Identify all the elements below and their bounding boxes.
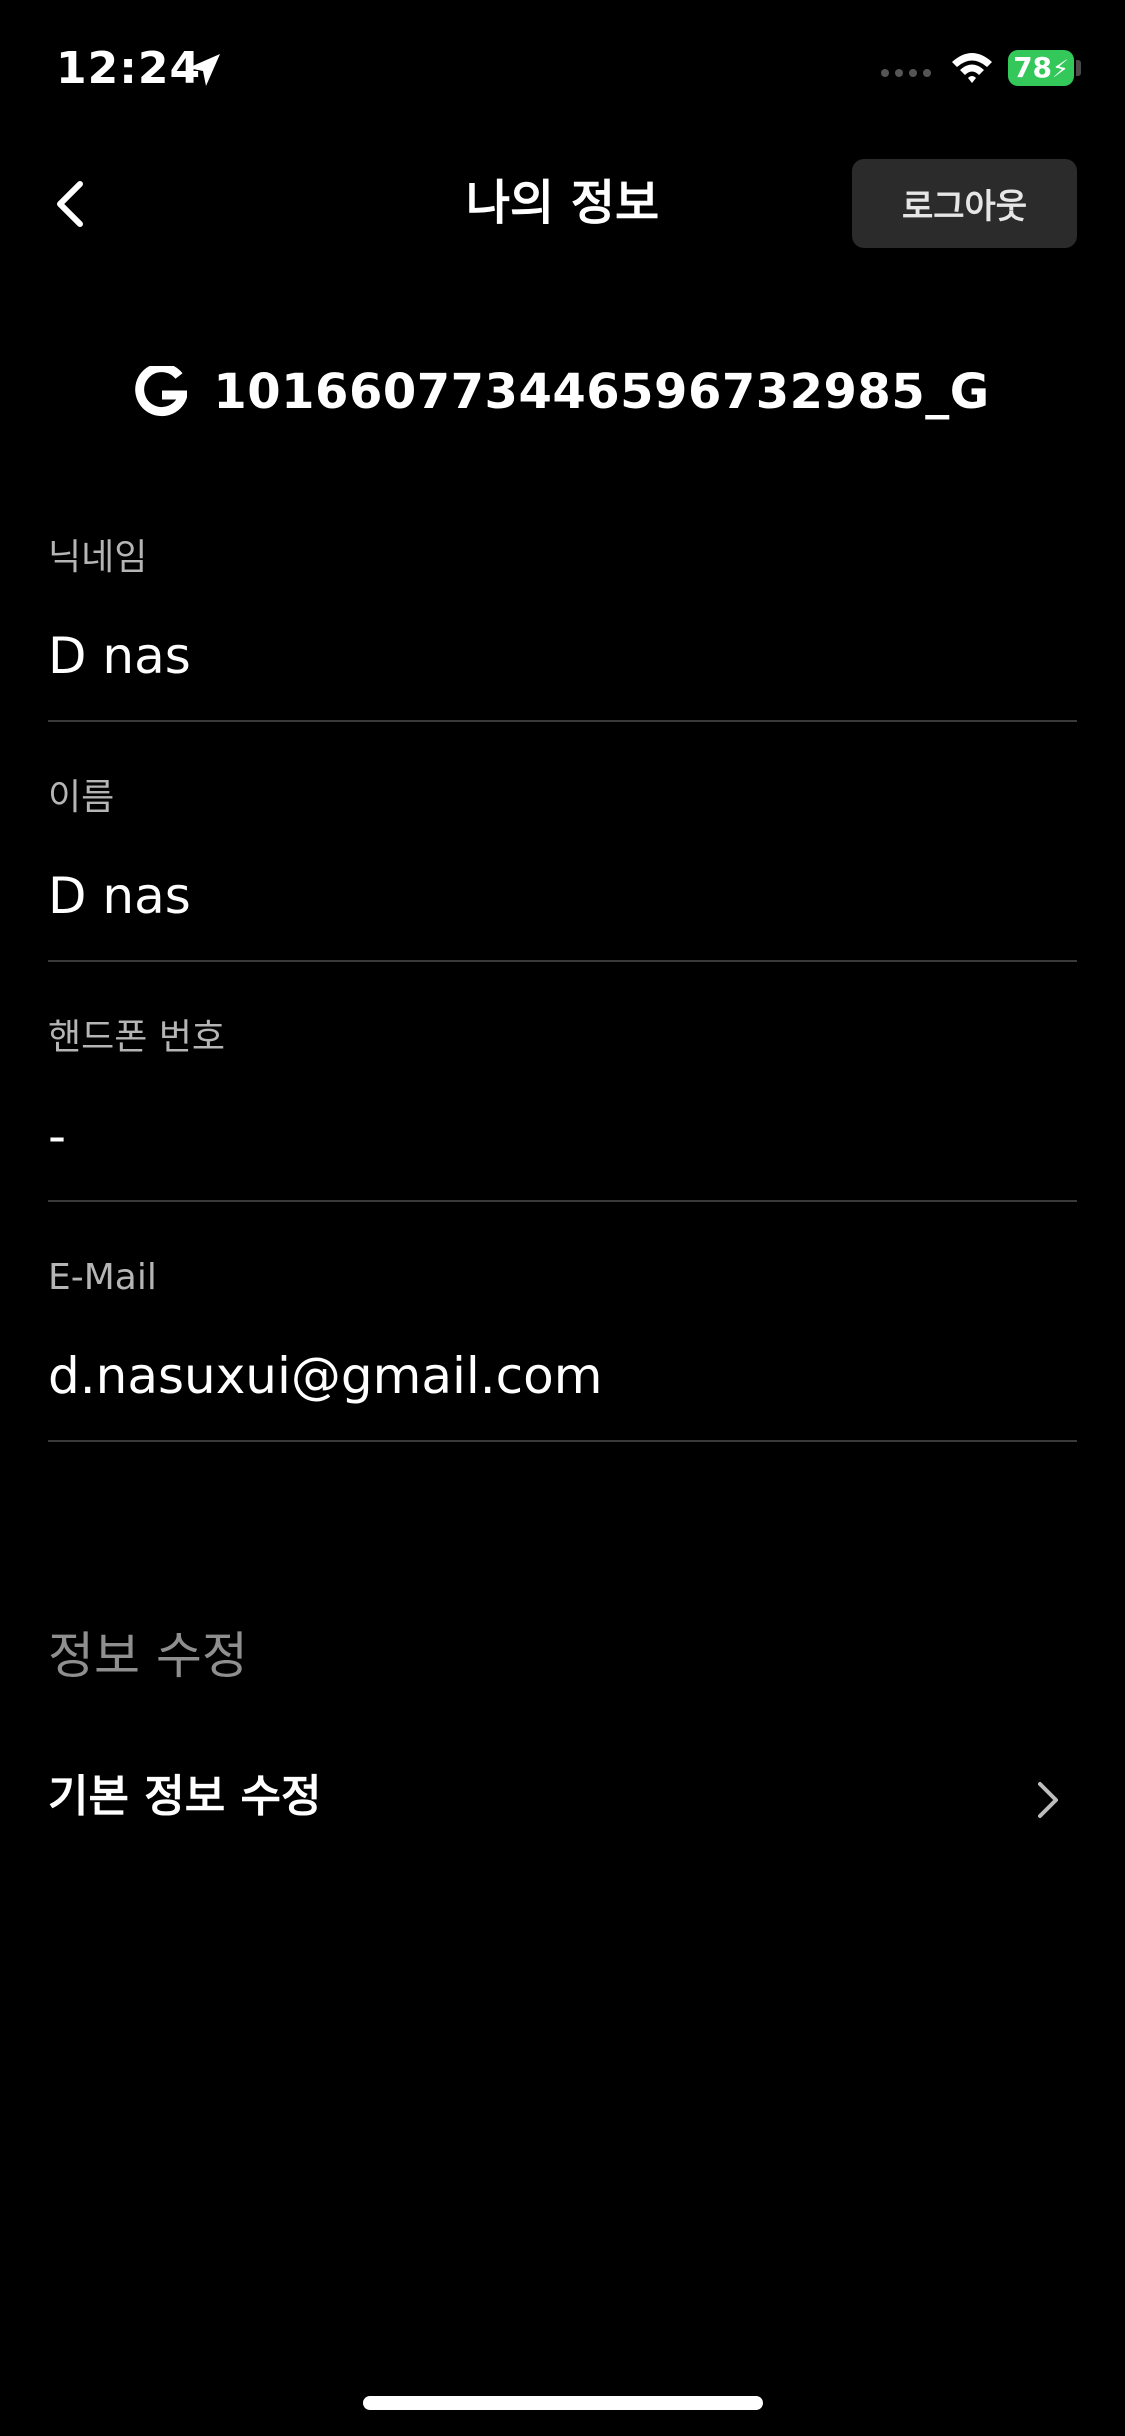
home-indicator <box>363 2396 763 2410</box>
location-arrow-icon <box>188 54 220 86</box>
account-id-row: 101660773446596732985_G <box>0 352 1125 432</box>
divider <box>48 1200 1077 1202</box>
wifi-icon <box>952 53 992 83</box>
email-label: E-Mail <box>48 1257 157 1298</box>
nickname-label: 닉네임 <box>48 537 148 578</box>
battery-charging-icon: ⚡ <box>1052 55 1069 83</box>
divider <box>48 1440 1077 1442</box>
battery-tip <box>1076 60 1081 76</box>
cellular-signal-icon <box>881 69 931 77</box>
edit-basic-info-label: 기본 정보 수정 <box>48 1771 322 1822</box>
section-title-edit: 정보 수정 <box>48 1627 248 1685</box>
divider <box>48 960 1077 962</box>
divider <box>48 720 1077 722</box>
battery-level: 78 <box>1013 51 1053 84</box>
status-time: 12:24 <box>56 43 202 94</box>
name-value: D nas <box>48 867 191 925</box>
logout-button[interactable]: 로그아웃 <box>852 159 1077 248</box>
battery-indicator: 78⚡ <box>1008 50 1074 86</box>
chevron-right-icon <box>1038 1782 1058 1818</box>
email-value: d.nasuxui@gmail.com <box>48 1347 603 1405</box>
google-icon <box>135 366 188 417</box>
edit-basic-info-row[interactable]: 기본 정보 수정 <box>0 1756 1125 1846</box>
name-label: 이름 <box>48 777 115 818</box>
phone-label: 핸드폰 번호 <box>48 1017 226 1058</box>
nickname-value: D nas <box>48 627 191 685</box>
phone-value: - <box>48 1107 67 1165</box>
account-id: 101660773446596732985_G <box>213 364 990 420</box>
